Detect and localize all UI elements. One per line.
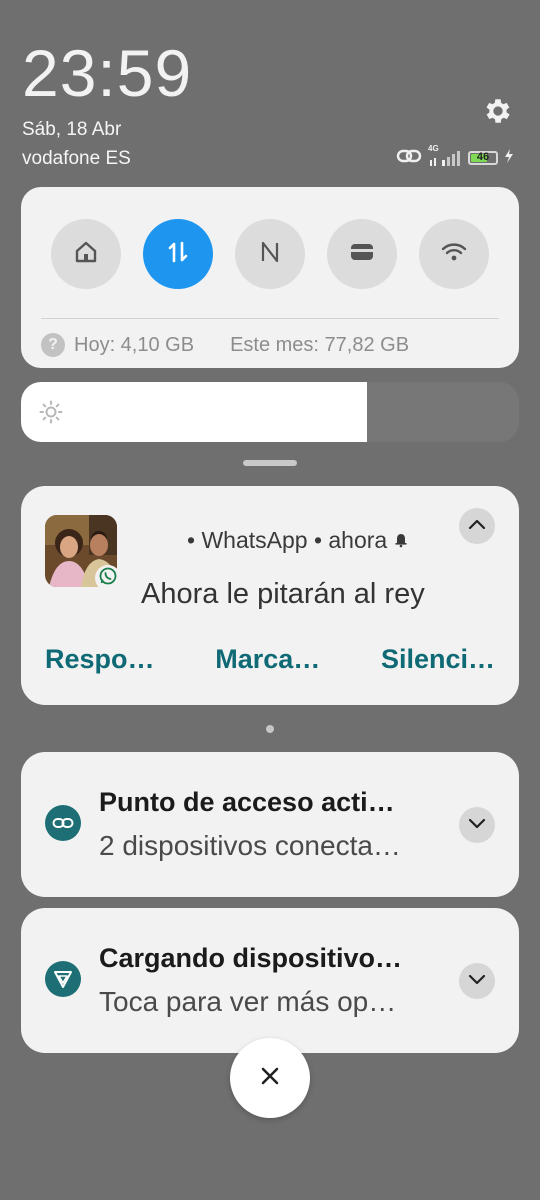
sun-icon <box>39 400 63 424</box>
whatsapp-icon <box>99 567 117 590</box>
bell-icon <box>393 527 409 554</box>
notification-title: Cargando dispositivo… <box>99 943 403 973</box>
nfc-icon <box>258 240 282 269</box>
close-icon <box>258 1064 282 1093</box>
mark-read-button[interactable]: Marca… <box>215 644 320 675</box>
data-month: Este mes: 77,82 GB <box>230 333 410 356</box>
hotspot-link-icon <box>396 147 422 170</box>
expand-button[interactable] <box>459 963 495 999</box>
battery-icon: 46 <box>468 151 498 165</box>
wallet-icon <box>348 240 376 269</box>
charging-notification[interactable]: Cargando dispositivo… Toca para ver más … <box>21 908 519 1053</box>
usb-charging-icon <box>45 961 81 997</box>
mobile-data-toggle[interactable] <box>143 219 213 289</box>
battery-level: 46 <box>476 151 490 163</box>
clear-all-button[interactable] <box>230 1038 310 1118</box>
clock: 23:59 <box>22 36 193 110</box>
page-indicator <box>266 725 274 733</box>
collapse-button[interactable] <box>459 508 495 544</box>
brightness-fill <box>21 382 368 442</box>
notification-subtitle: 2 dispositivos conecta… <box>99 830 401 861</box>
app-name: • WhatsApp • ahora <box>187 527 388 553</box>
nfc-toggle[interactable] <box>235 219 305 289</box>
help-icon: ? <box>41 333 65 357</box>
home-icon <box>74 240 98 269</box>
gear-icon[interactable] <box>482 95 514 127</box>
mute-button[interactable]: Silenci… <box>381 644 495 675</box>
wifi-toggle[interactable] <box>419 219 489 289</box>
data-today: Hoy: 4,10 GB <box>74 333 195 356</box>
whatsapp-badge <box>95 565 121 591</box>
expand-button[interactable] <box>459 807 495 843</box>
divider <box>41 318 499 319</box>
wallet-toggle[interactable] <box>327 219 397 289</box>
wifi-icon <box>440 240 468 269</box>
notification-subtitle: Toca para ver más op… <box>99 986 397 1017</box>
data-usage[interactable]: ? Hoy: 4,10 GB Este mes: 77,82 GB <box>41 330 409 360</box>
chevron-down-icon <box>468 816 486 834</box>
whatsapp-notification[interactable]: • WhatsApp • ahora Ahora le pitarán al r… <box>21 486 519 705</box>
notification-header: • WhatsApp • ahora <box>187 527 409 554</box>
network-type-label: 4G <box>428 144 439 153</box>
message-text: Ahora le pitarán al rey <box>141 578 425 610</box>
signal-icon: 4G <box>428 144 462 166</box>
home-toggle[interactable] <box>51 219 121 289</box>
notification-actions: Respo… Marca… Silenci… <box>45 644 495 675</box>
chevron-down-icon <box>468 972 486 990</box>
drag-handle[interactable] <box>243 460 297 466</box>
charging-bolt-icon <box>504 148 514 168</box>
reply-button[interactable]: Respo… <box>45 644 155 675</box>
mobile-data-icon <box>165 239 191 270</box>
hotspot-notification[interactable]: Punto de acceso acti… 2 dispositivos con… <box>21 752 519 897</box>
quick-settings-panel: ? Hoy: 4,10 GB Este mes: 77,82 GB <box>21 187 519 368</box>
system-icons: 4G 46 <box>396 144 514 170</box>
chevron-up-icon <box>468 517 486 535</box>
notification-title: Punto de acceso acti… <box>99 787 395 817</box>
carrier-name: vodafone ES <box>22 148 131 169</box>
date: Sáb, 18 Abr <box>22 119 122 140</box>
hotspot-icon <box>45 805 81 841</box>
brightness-slider[interactable] <box>21 382 519 442</box>
